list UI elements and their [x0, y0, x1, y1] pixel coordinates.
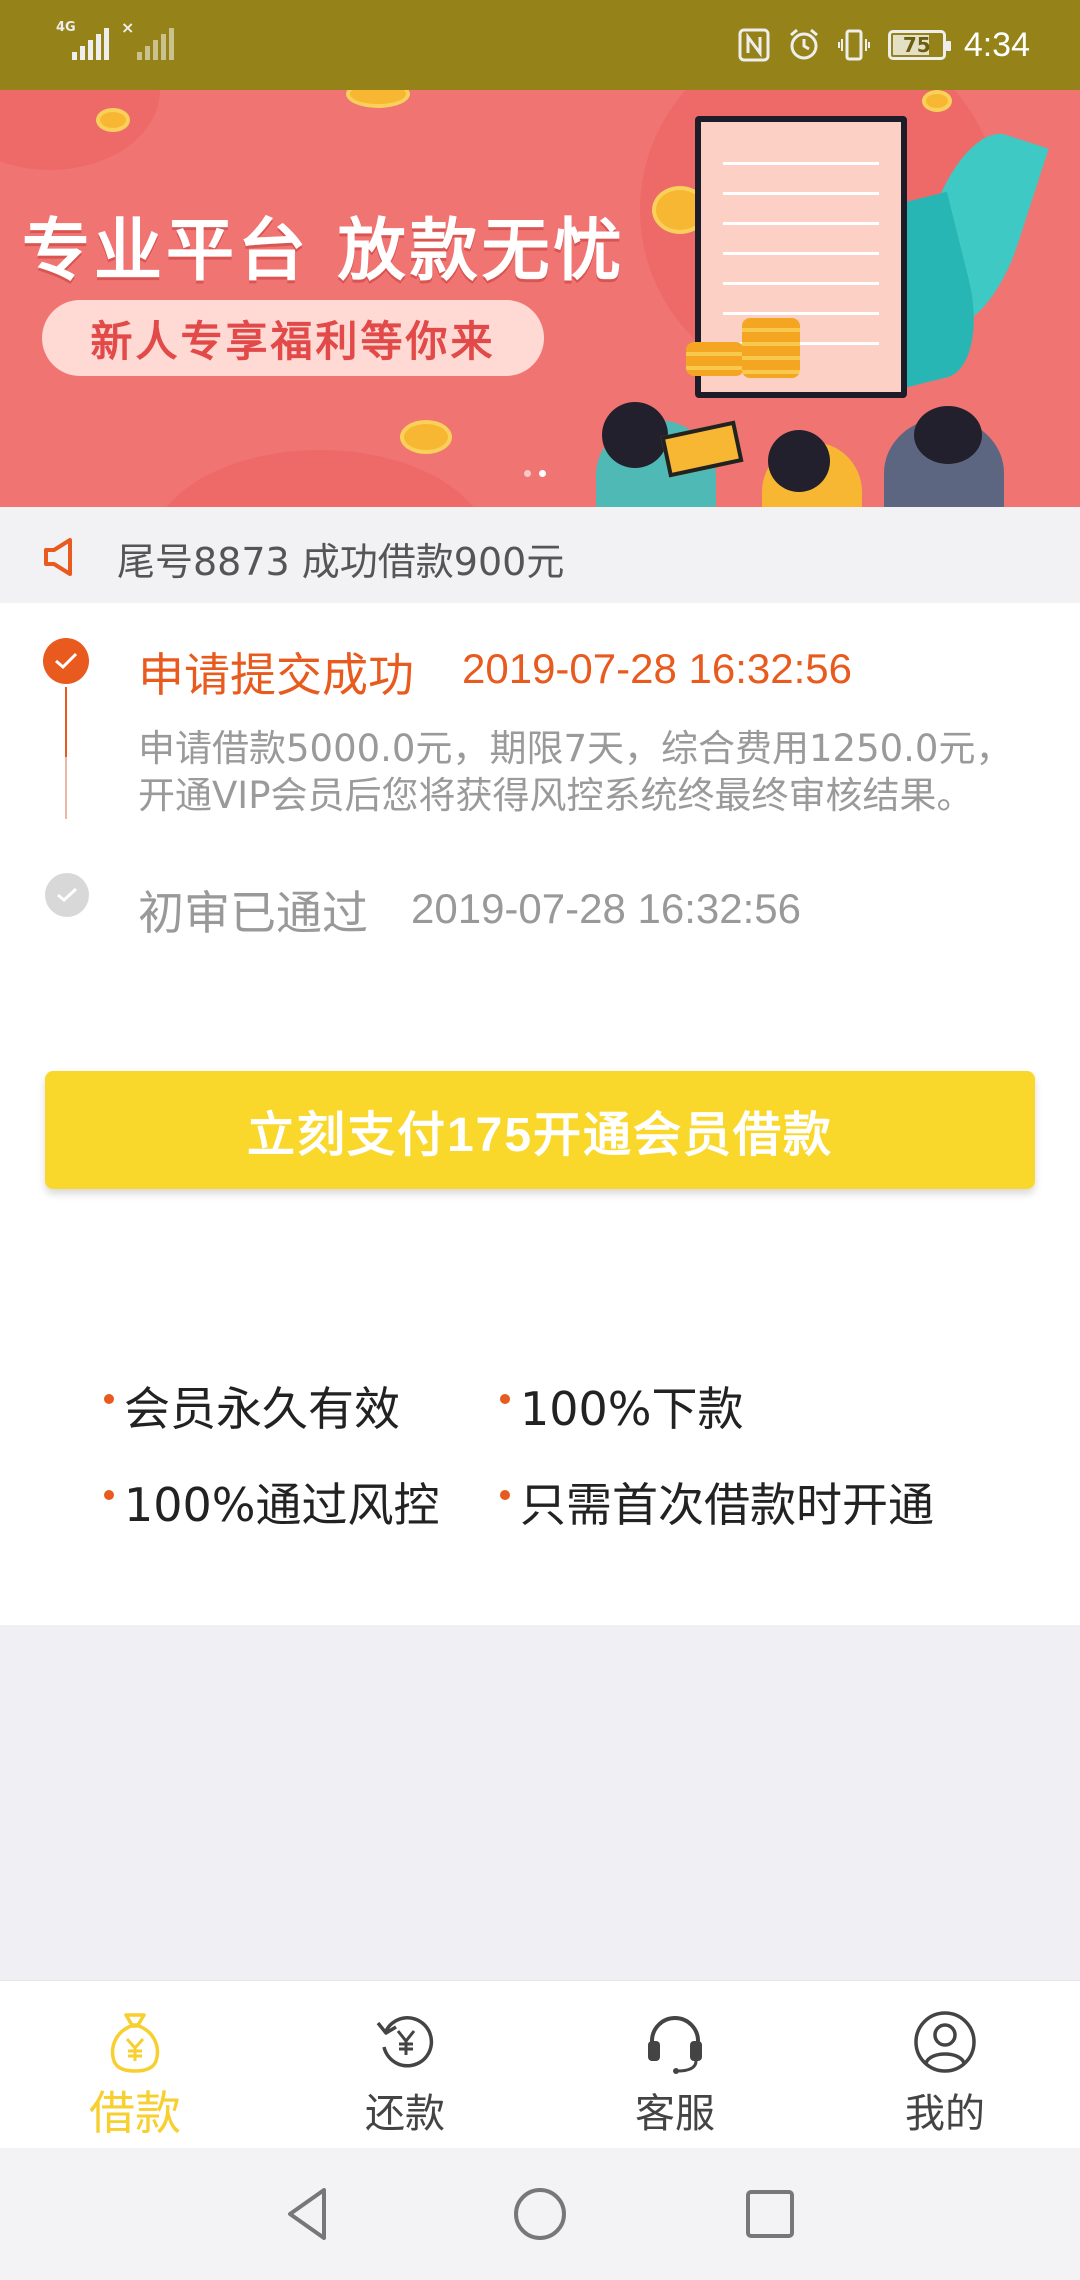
step-description: 申请借款5000.0元，期限7天，综合费用1250.0元，开通VIP会员后您将获…: [138, 727, 1013, 817]
feature-item: 会员永久有效: [104, 1373, 400, 1439]
banner-bg-shape: [0, 90, 160, 170]
coin-icon: [922, 90, 952, 112]
money-bag-icon: [110, 2013, 160, 2073]
bottom-tab-bar: 借款 还款 客服 我的: [0, 1980, 1080, 2148]
tab-label: 客服: [635, 2091, 715, 2137]
tab-profile[interactable]: 我的: [810, 1981, 1080, 2148]
person-head: [768, 430, 830, 492]
recents-icon[interactable]: [738, 2182, 802, 2246]
tab-label: 我的: [905, 2091, 985, 2137]
back-icon[interactable]: [276, 2182, 340, 2246]
tab-label: 还款: [365, 2091, 445, 2137]
pay-membership-button[interactable]: 立刻支付175开通会员借款: [45, 1071, 1035, 1189]
person-head: [602, 402, 668, 468]
tab-label: 借款: [89, 2086, 181, 2140]
tab-borrow[interactable]: 借款: [0, 1981, 270, 2148]
battery-icon: 75: [887, 30, 951, 60]
step-title-submitted: 申请提交成功: [138, 648, 414, 702]
feature-item: 100%下款: [500, 1373, 744, 1439]
status-bar: 4G × 75 4:34: [0, 0, 1080, 90]
home-icon[interactable]: [508, 2182, 572, 2246]
timeline-connector-progress: [65, 687, 67, 757]
check-circle-icon: [45, 873, 89, 917]
bullet-dot: [104, 1490, 114, 1500]
coin-stack-icon: [742, 318, 800, 378]
banner-headline: 专业平台 放款无忧: [22, 212, 626, 291]
signal-4g-icon: 4G: [56, 20, 109, 60]
carousel-indicator: [524, 470, 546, 477]
speaker-icon: [44, 538, 72, 576]
feature-label: 会员永久有效: [124, 1382, 400, 1436]
repay-icon: [376, 2016, 434, 2068]
signal-sim2-icon: ×: [121, 18, 174, 60]
loan-notice-marquee: 尾号8873 成功借款900元: [0, 507, 1080, 603]
feature-label: 只需首次借款时开通: [520, 1478, 934, 1532]
status-icons: 75 4:34: [738, 22, 1030, 68]
feature-label: 100%通过风控: [124, 1478, 440, 1532]
bullet-dot: [500, 1394, 510, 1404]
step-time-submitted: 2019-07-28 16:32:56: [462, 645, 852, 692]
system-navigation-bar: [0, 2148, 1080, 2280]
step-title-approved: 初审已通过: [138, 886, 368, 940]
signal-group: 4G ×: [56, 18, 174, 60]
battery-level: 75: [902, 33, 931, 57]
tab-repay[interactable]: 还款: [270, 1981, 540, 2148]
coin-icon: [346, 90, 410, 108]
application-status-panel: 申请提交成功 2019-07-28 16:32:56 申请借款5000.0元，期…: [0, 603, 1080, 1625]
promo-banner[interactable]: 专业平台 放款无忧 新人专享福利等你来: [0, 90, 1080, 507]
bullet-dot: [104, 1394, 114, 1404]
tab-service[interactable]: 客服: [540, 1981, 810, 2148]
vibrate-icon: [837, 29, 870, 61]
notice-text: 尾号8873 成功借款900元: [117, 540, 565, 584]
check-circle-icon: [43, 638, 89, 684]
nfc-icon: [738, 28, 770, 62]
clock: 4:34: [963, 25, 1030, 64]
person-head: [914, 406, 982, 464]
coin-icon: [96, 108, 130, 132]
network-type-label: 4G: [56, 20, 76, 35]
feature-item: 100%通过风控: [104, 1469, 440, 1535]
step-time-approved: 2019-07-28 16:32:56: [411, 885, 801, 932]
carousel-dot: [524, 470, 531, 477]
headset-icon: [648, 2016, 702, 2074]
coin-icon: [400, 420, 452, 454]
coin-stack-icon: [686, 342, 744, 376]
banner-tagline: 新人专享福利等你来: [42, 300, 544, 376]
alarm-icon: [789, 28, 818, 60]
feature-item: 只需首次借款时开通: [500, 1469, 934, 1535]
banner-bg-shape: [150, 450, 490, 507]
carousel-dot-active: [539, 470, 546, 477]
feature-label: 100%下款: [520, 1382, 744, 1436]
bullet-dot: [500, 1490, 510, 1500]
profile-icon: [914, 2011, 976, 2073]
